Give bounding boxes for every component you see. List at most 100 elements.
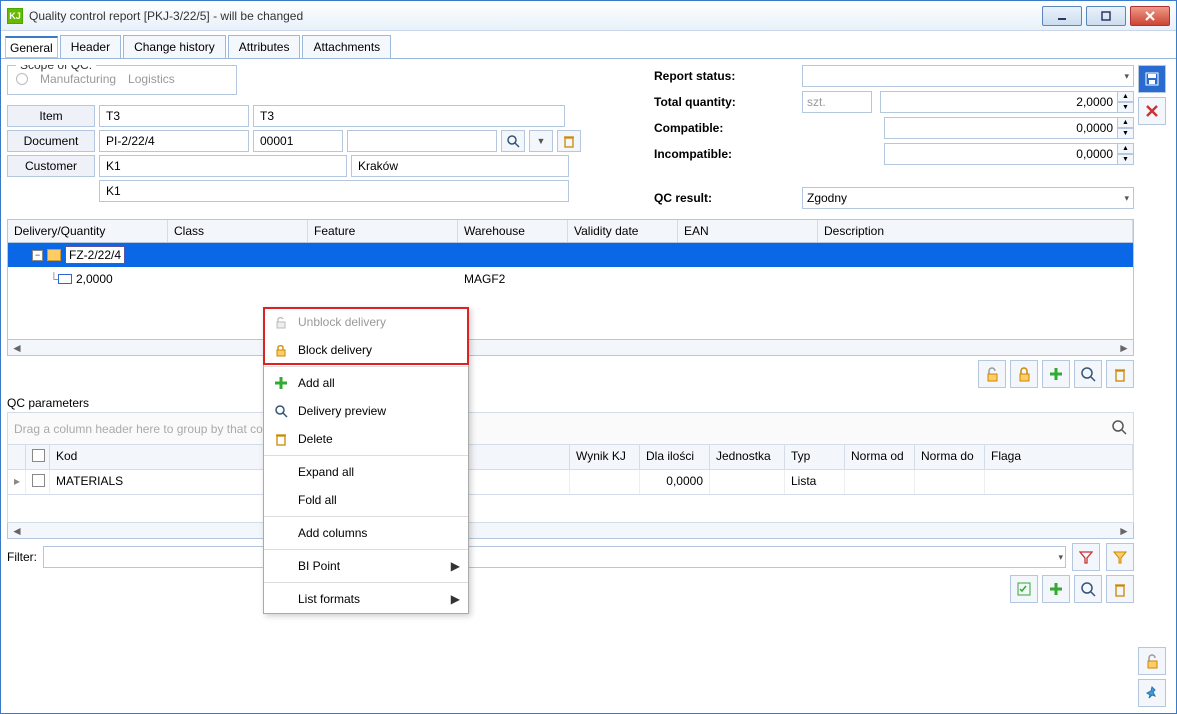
incompatible-label: Incompatible: [654, 147, 794, 161]
tab-header[interactable]: Header [60, 35, 121, 58]
delivery-row-parent[interactable]: − FZ-2/22/4 [8, 243, 1133, 267]
cm-delivery-preview[interactable]: Delivery preview [264, 397, 468, 425]
cm-list-formats[interactable]: List formats▶ [264, 585, 468, 613]
delivery-warehouse: MAGF2 [458, 272, 568, 286]
context-menu: Unblock delivery Block delivery Add all … [263, 307, 469, 614]
document-delete-button[interactable] [557, 130, 581, 152]
document-extra-input[interactable] [352, 133, 492, 149]
col-check-all[interactable] [32, 449, 45, 462]
cm-add-columns[interactable]: Add columns [264, 519, 468, 547]
col-norma-do[interactable]: Norma do [915, 445, 985, 469]
compatible-label: Compatible: [654, 121, 794, 135]
params-scroll-h[interactable]: ◄► [7, 523, 1134, 539]
lock-icon [272, 343, 290, 357]
cm-bi-point[interactable]: BI Point▶ [264, 552, 468, 580]
add-param-button[interactable] [1042, 575, 1070, 603]
customer-code-input[interactable] [104, 158, 342, 174]
save-button[interactable] [1138, 65, 1166, 93]
cancel-button[interactable] [1138, 97, 1166, 125]
scope-logistics: Logistics [128, 72, 175, 86]
cm-expand-all[interactable]: Expand all [264, 458, 468, 486]
report-status-select[interactable]: ▾ [802, 65, 1134, 87]
pin-button[interactable] [1138, 679, 1166, 707]
filter-edit-button[interactable] [1106, 543, 1134, 571]
customer-label[interactable]: Customer [7, 155, 95, 177]
total-qty-down[interactable]: ▼ [1118, 102, 1134, 113]
tree-collapse-icon[interactable]: − [32, 250, 43, 261]
search-icon[interactable] [1111, 419, 1127, 438]
customer-name-input[interactable] [104, 183, 564, 199]
total-qty-up[interactable]: ▲ [1118, 91, 1134, 102]
qc-result-select[interactable]: Zgodny▾ [802, 187, 1134, 209]
col-delivery[interactable]: Delivery/Quantity [8, 220, 168, 242]
col-wynik[interactable]: Wynik KJ [570, 445, 640, 469]
document-label[interactable]: Document [7, 130, 95, 152]
filter-funnel-button[interactable] [1072, 543, 1100, 571]
tab-attachments[interactable]: Attachments [302, 35, 391, 58]
total-qty-value[interactable]: 2,0000 [880, 91, 1118, 113]
item-name-input[interactable] [258, 108, 560, 124]
cm-add-all[interactable]: Add all [264, 369, 468, 397]
report-status-label: Report status: [654, 69, 794, 83]
qc-params-title: QC parameters [7, 396, 1134, 410]
compatible-down[interactable]: ▼ [1118, 128, 1134, 139]
tab-change-history[interactable]: Change history [123, 35, 226, 58]
cm-block-delivery[interactable]: Block delivery [264, 336, 468, 364]
cm-unblock-delivery[interactable]: Unblock delivery [264, 308, 468, 336]
unblock-button[interactable] [978, 360, 1006, 388]
unlock-icon [272, 315, 290, 329]
col-description[interactable]: Description [818, 220, 1133, 242]
param-dla: 0,0000 [640, 470, 710, 494]
col-norma-od[interactable]: Norma od [845, 445, 915, 469]
delivery-grid-header: Delivery/Quantity Class Feature Warehous… [8, 220, 1133, 243]
document-no-input[interactable] [104, 133, 244, 149]
col-warehouse[interactable]: Warehouse [458, 220, 568, 242]
titlebar: KJ Quality control report [PKJ-3/22/5] -… [1, 1, 1176, 31]
col-validity[interactable]: Validity date [568, 220, 678, 242]
preview-button[interactable] [1074, 360, 1102, 388]
customer-city-input[interactable] [356, 158, 564, 174]
col-class[interactable]: Class [168, 220, 308, 242]
document-search-button[interactable] [501, 130, 525, 152]
submenu-arrow-icon: ▶ [451, 592, 460, 606]
scope-radio[interactable] [16, 73, 28, 85]
document-pos-input[interactable] [258, 133, 338, 149]
incompatible-up[interactable]: ▲ [1118, 143, 1134, 154]
close-button[interactable] [1130, 6, 1170, 26]
row-check[interactable] [32, 474, 45, 487]
compatible-up[interactable]: ▲ [1118, 117, 1134, 128]
search-param-button[interactable] [1074, 575, 1102, 603]
col-typ[interactable]: Typ [785, 445, 845, 469]
col-dla[interactable]: Dla ilości [640, 445, 710, 469]
scope-manufacturing: Manufacturing [40, 72, 116, 86]
document-dropdown-button[interactable]: ▼ [529, 130, 553, 152]
delete-button[interactable] [1106, 360, 1134, 388]
col-jednostka[interactable]: Jednostka [710, 445, 785, 469]
col-flaga[interactable]: Flaga [985, 445, 1133, 469]
col-ean[interactable]: EAN [678, 220, 818, 242]
unlock-side-button[interactable] [1138, 647, 1166, 675]
compatible-value[interactable]: 0,0000 [884, 117, 1118, 139]
maximize-button[interactable] [1086, 6, 1126, 26]
submenu-arrow-icon: ▶ [451, 559, 460, 573]
tab-attributes[interactable]: Attributes [228, 35, 301, 58]
minimize-button[interactable] [1042, 6, 1082, 26]
param-row[interactable]: ▸ MATERIALS 0,0000 Lista [7, 470, 1134, 495]
tab-general[interactable]: General [5, 36, 58, 58]
cm-delete[interactable]: Delete [264, 425, 468, 453]
col-feature[interactable]: Feature [308, 220, 458, 242]
incompatible-value[interactable]: 0,0000 [884, 143, 1118, 165]
check-list-button[interactable] [1010, 575, 1038, 603]
magnifier-icon [272, 404, 290, 418]
cm-fold-all[interactable]: Fold all [264, 486, 468, 514]
delete-param-button[interactable] [1106, 575, 1134, 603]
qc-result-label: QC result: [654, 191, 794, 205]
delivery-scroll-h[interactable]: ◄► [7, 340, 1134, 356]
delivery-row-child[interactable]: └ 2,0000 MAGF2 [8, 267, 1133, 291]
filter-combo[interactable]: ▾ [43, 546, 1066, 568]
item-code-input[interactable] [104, 108, 244, 124]
block-button[interactable] [1010, 360, 1038, 388]
item-label[interactable]: Item [7, 105, 95, 127]
incompatible-down[interactable]: ▼ [1118, 154, 1134, 165]
add-button[interactable] [1042, 360, 1070, 388]
